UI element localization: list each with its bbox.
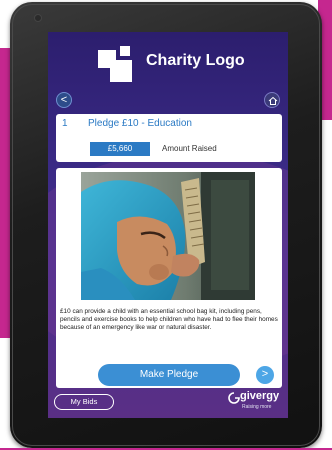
pledge-number: 1 [62,118,68,129]
charity-logo-text: Charity Logo [146,52,245,69]
amount-raised-label: Amount Raised [162,144,217,153]
make-pledge-button[interactable]: Make Pledge [98,364,240,386]
camera-icon [34,14,42,22]
pledge-detail-card: £10 can provide a child with an essentia… [56,168,282,388]
pledge-header-card: 1 Pledge £10 - Education £5,660 Amount R… [56,114,282,162]
home-icon [268,96,278,105]
givergy-tagline: Raising more [242,404,272,410]
home-button[interactable] [264,92,280,108]
givergy-logo: givergy Raising more [228,390,288,416]
app-screen: Charity Logo < 1 Pledge £10 - Education … [48,32,288,418]
my-bids-button[interactable]: My Bids [54,394,114,410]
charity-logo-icon [98,46,138,84]
pledge-title: Pledge £10 - Education [88,118,192,129]
amount-raised-value: £5,660 [90,142,150,156]
chevron-right-icon: > [261,368,269,380]
pledge-description: £10 can provide a child with an essentia… [60,308,278,332]
back-button[interactable]: < [56,92,72,108]
givergy-name: givergy [240,390,280,402]
child-photo [81,172,255,300]
givergy-mark-icon [228,392,240,404]
chevron-left-icon: < [60,94,68,106]
next-button[interactable]: > [256,366,274,384]
